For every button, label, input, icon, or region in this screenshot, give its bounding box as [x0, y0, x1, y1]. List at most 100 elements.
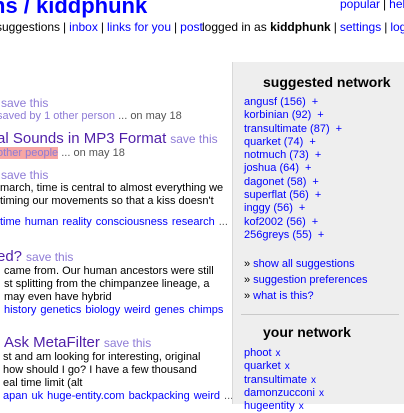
- save-this-link[interactable]: save this: [170, 132, 217, 146]
- list-item: al Sounds in MP3 Format save this other p…: [0, 130, 232, 159]
- your-network-title: your network: [263, 324, 351, 340]
- help-link[interactable]: help: [389, 0, 404, 11]
- save-this-link[interactable]: save this: [104, 336, 151, 350]
- item-description-line: timing our movements so that a kiss does…: [0, 195, 214, 207]
- saved-by-link[interactable]: other people: [0, 147, 59, 159]
- list-item: save this march, time is central to almo…: [0, 168, 232, 229]
- list-item: transultimate (87) +: [244, 123, 342, 136]
- suggested-user-link[interactable]: notmuch: [244, 149, 286, 161]
- tag-link[interactable]: biology: [85, 304, 120, 316]
- divider: [241, 314, 399, 315]
- network-user-link[interactable]: transultimate: [244, 374, 307, 386]
- item-title-link[interactable]: ed?: [0, 248, 22, 265]
- add-user-button[interactable]: +: [312, 216, 318, 228]
- suggested-user-link[interactable]: korbinian: [244, 109, 289, 121]
- suggested-user-link[interactable]: inggy: [244, 202, 270, 214]
- arrow-icon: »: [244, 258, 251, 270]
- list-item: angusf (156) +: [244, 96, 342, 109]
- network-user-link[interactable]: quarket: [244, 360, 281, 372]
- add-user-button[interactable]: +: [312, 176, 318, 188]
- add-user-button[interactable]: +: [315, 149, 321, 161]
- logged-in-label: logged in as: [202, 20, 267, 34]
- suggested-user-link[interactable]: transultimate: [244, 123, 307, 135]
- item-title-link[interactable]: al Sounds in MP3 Format: [0, 130, 166, 147]
- suggested-user-link[interactable]: kof2002: [244, 216, 283, 228]
- arrow-icon: »: [244, 290, 251, 302]
- item-description-line: st splitting from the chimpanzee lineage…: [4, 278, 210, 290]
- header: ns / kiddphunk popular|help suggestions|…: [0, 0, 404, 62]
- tag-link[interactable]: genetics: [40, 304, 81, 316]
- tags-more: ...: [218, 216, 228, 228]
- nav-inbox[interactable]: inbox: [69, 20, 98, 34]
- list-item: inggy (56) +: [244, 202, 342, 215]
- remove-user-button[interactable]: x: [311, 375, 316, 386]
- site-title[interactable]: ns / kiddphunk: [0, 0, 147, 19]
- remove-user-button[interactable]: x: [299, 401, 304, 412]
- add-user-button[interactable]: +: [299, 202, 305, 214]
- show-all-suggestions-link[interactable]: show all suggestions: [253, 258, 355, 270]
- nav-post[interactable]: post: [180, 20, 203, 34]
- suggested-user-link[interactable]: angusf: [244, 96, 277, 108]
- remove-user-button[interactable]: x: [276, 348, 281, 359]
- nav-links-for-you[interactable]: links for you: [107, 20, 171, 34]
- suggestion-preferences-link[interactable]: suggestion preferences: [253, 274, 367, 286]
- suggested-network-title: suggested network: [263, 74, 391, 90]
- tag-link[interactable]: reality: [62, 216, 91, 228]
- saved-by-link[interactable]: saved by 1 other person: [0, 110, 115, 122]
- add-user-button[interactable]: +: [318, 229, 324, 241]
- tag-link[interactable]: huge-entity.com: [47, 390, 124, 402]
- logout-link[interactable]: logout: [390, 20, 404, 34]
- arrow-icon: »: [244, 274, 251, 286]
- tag-link[interactable]: weird: [194, 390, 220, 402]
- tag-link[interactable]: backpacking: [129, 390, 190, 402]
- separator: |: [383, 0, 387, 11]
- top-links: popular|help: [340, 0, 404, 11]
- add-user-button[interactable]: +: [309, 136, 315, 148]
- tag-link[interactable]: time: [0, 216, 21, 228]
- suggested-user-count: (56): [289, 189, 309, 202]
- tag-link[interactable]: weird: [124, 304, 150, 316]
- add-user-button[interactable]: +: [315, 189, 321, 201]
- add-user-button[interactable]: +: [317, 109, 323, 121]
- add-user-button[interactable]: +: [336, 123, 342, 135]
- add-user-button[interactable]: +: [312, 96, 318, 108]
- what-is-this-link[interactable]: what is this?: [253, 290, 314, 302]
- suggested-user-link[interactable]: quarket: [244, 136, 281, 148]
- suggested-user-count: (156): [280, 96, 306, 108]
- item-description-line: came from. Our human ancestors were stil…: [4, 265, 214, 277]
- tag-link[interactable]: consciousness: [96, 216, 168, 228]
- list-item: transultimate x: [244, 374, 324, 387]
- item-description-line: st and am looking for interesting, origi…: [3, 351, 201, 363]
- tag-link[interactable]: apan: [3, 390, 27, 402]
- add-user-button[interactable]: +: [305, 162, 311, 174]
- settings-link[interactable]: settings: [340, 20, 381, 34]
- tags-more: ...: [224, 390, 232, 402]
- suggestions-list: save this saved by 1 other person ... on…: [0, 62, 232, 404]
- username: kiddphunk: [270, 20, 331, 34]
- remove-user-button[interactable]: x: [319, 388, 324, 399]
- list-item: ed? save this came from. Our human ancest…: [0, 248, 232, 317]
- save-this-link[interactable]: save this: [1, 96, 48, 110]
- tag-link[interactable]: human: [25, 216, 59, 228]
- tag-link[interactable]: history: [4, 304, 36, 316]
- tag-list: time human reality consciousness research...: [0, 216, 232, 229]
- popular-link[interactable]: popular: [340, 0, 380, 11]
- network-user-link[interactable]: hugeentity: [244, 400, 295, 412]
- suggested-network-list: angusf (156) + korbinian (92) + transultim…: [244, 96, 342, 242]
- network-user-link[interactable]: phoot: [244, 347, 272, 359]
- save-this-link[interactable]: save this: [26, 250, 73, 264]
- tag-link[interactable]: genes: [155, 304, 185, 316]
- tag-link[interactable]: uk: [31, 390, 43, 402]
- suggested-user-link[interactable]: superflat: [244, 189, 286, 201]
- suggested-user-link[interactable]: dagonet: [244, 176, 284, 188]
- remove-user-button[interactable]: x: [285, 361, 290, 372]
- tag-link[interactable]: research: [172, 216, 215, 228]
- save-this-link[interactable]: save this: [1, 168, 48, 182]
- suggested-user-count: (92): [291, 109, 312, 122]
- suggested-user-count: (73): [289, 149, 309, 162]
- tag-link[interactable]: chimps: [189, 304, 224, 316]
- item-title-link[interactable]: Ask MetaFilter: [4, 334, 100, 351]
- suggested-user-link[interactable]: 256greys: [244, 229, 289, 241]
- network-user-link[interactable]: damonzucconi: [244, 387, 315, 399]
- suggested-user-link[interactable]: joshua: [244, 162, 276, 174]
